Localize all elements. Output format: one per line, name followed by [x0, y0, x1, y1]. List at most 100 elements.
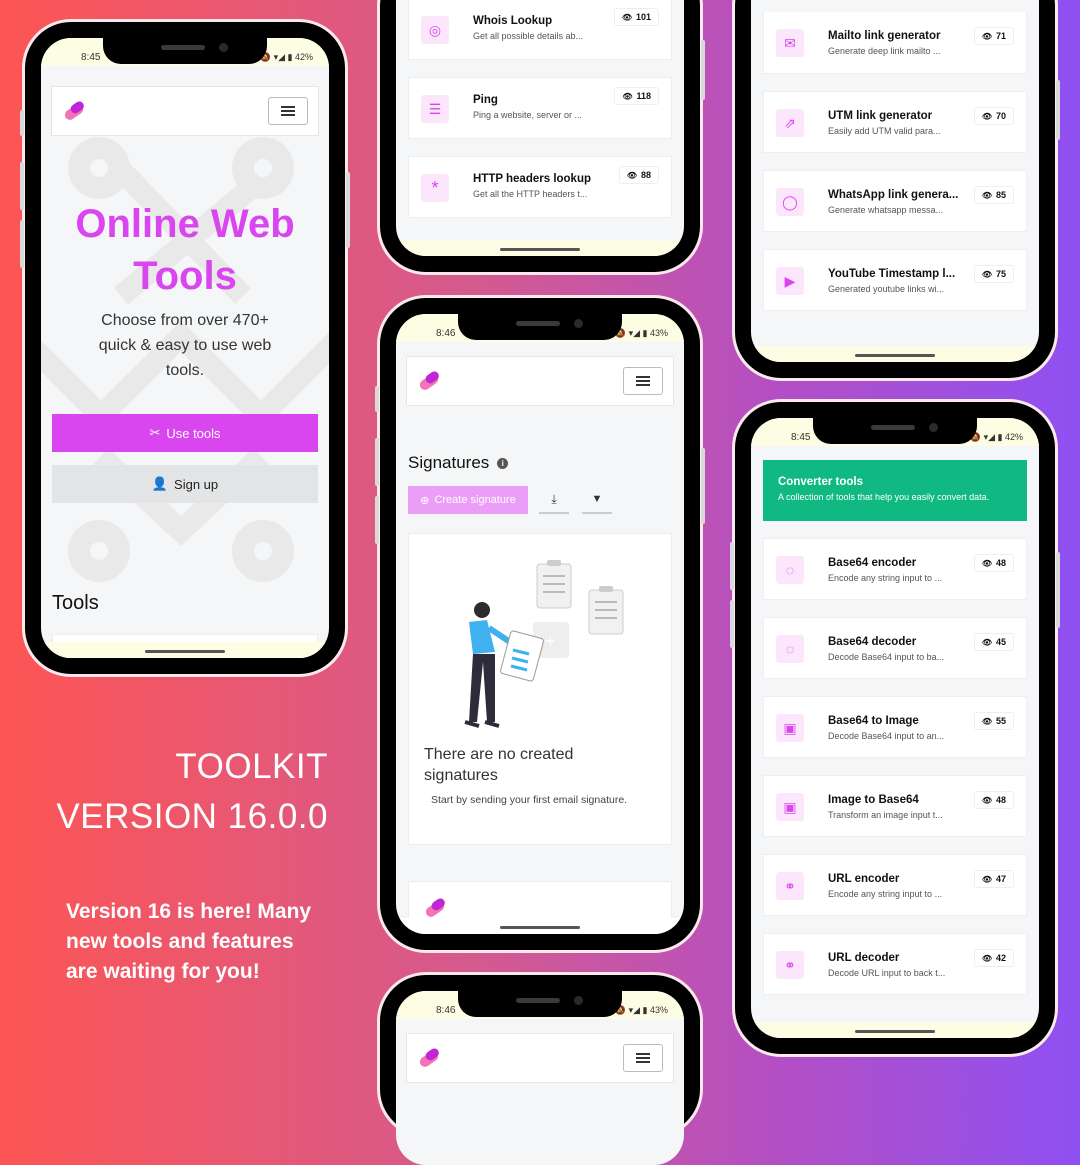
- download-button[interactable]: ⤓: [539, 486, 569, 514]
- tool-card-whatsapp[interactable]: ◯ WhatsApp link genera... Generate whats…: [763, 170, 1027, 232]
- tool-desc: Encode any string input to ...: [828, 889, 943, 899]
- converter-banner: Converter tools A collection of tools th…: [763, 460, 1027, 521]
- phone-network-tools: ◎ Whois Lookup Get all possible details …: [380, 0, 705, 272]
- top-navbar: [51, 86, 319, 136]
- battery-level: 42%: [294, 52, 313, 62]
- logo-icon[interactable]: [62, 99, 90, 123]
- hamburger-menu-button[interactable]: [268, 97, 308, 125]
- promo-heading: TOOLKIT VERSION 16.0.0: [40, 742, 328, 842]
- tool-title: Image to Base64: [828, 794, 919, 806]
- banner-title: Converter tools: [778, 476, 863, 488]
- image-icon: ▣: [776, 714, 804, 742]
- tool-card-utm[interactable]: ⇗ UTM link generator Easily add UTM vali…: [763, 91, 1027, 153]
- views-badge: 👁 75: [973, 265, 1014, 283]
- tool-card-url-encoder[interactable]: ⚭ URL encoder Encode any string input to…: [763, 854, 1027, 916]
- svg-text:+: +: [545, 631, 556, 651]
- empty-state-illustration: +: [464, 560, 624, 728]
- tool-desc: Get all the HTTP headers t...: [473, 189, 588, 199]
- sign-up-button[interactable]: 👤 Sign up: [52, 465, 318, 503]
- signatures-screen: 8:46 🔕 ▾◢ ▮ 43% Signatures i ⊕ Create sig…: [396, 314, 684, 934]
- views-badge: 👁 88: [618, 166, 659, 184]
- views-badge: 👁 48: [973, 791, 1014, 809]
- promo-body: Version 16 is here! Many new tools and f…: [66, 900, 312, 983]
- tool-card-mailto[interactable]: ✉ Mailto link generator Generate deep li…: [763, 12, 1027, 74]
- eye-icon: 👁: [981, 190, 992, 200]
- hero-section: Online Web Tools Choose from over 470+ q…: [41, 136, 329, 658]
- status-icons: 🔕 ▾◢ ▮ 42%: [969, 432, 1023, 442]
- hamburger-menu-button[interactable]: [623, 367, 663, 395]
- tool-card-base64-encoder[interactable]: ◌ Base64 encoder Encode any string input…: [763, 538, 1027, 600]
- tool-title: Base64 decoder: [828, 636, 917, 648]
- eye-icon: 👁: [981, 558, 992, 568]
- views-badge: 👁 70: [973, 107, 1014, 125]
- eye-icon: 👁: [981, 637, 992, 647]
- logo-icon[interactable]: [417, 1046, 445, 1070]
- tool-desc: Transform an image input t...: [828, 810, 943, 820]
- logo-icon: [425, 898, 445, 917]
- link-icon: ⚭: [776, 872, 804, 900]
- use-tools-label: Use tools: [166, 425, 221, 441]
- views-badge: 👁 118: [614, 87, 659, 105]
- phone-bottom: 8:46 🔕 ▾◢ ▮ 43%: [380, 975, 700, 1165]
- create-signature-button[interactable]: ⊕ Create signature: [408, 486, 528, 514]
- tool-card-base64-decoder[interactable]: ◌ Base64 decoder Decode Base64 input to …: [763, 617, 1027, 679]
- top-navbar: [406, 356, 674, 406]
- eye-icon: 👁: [981, 795, 992, 805]
- tool-title: Whois Lookup: [473, 15, 553, 27]
- hero-title: Online Web Tools: [75, 202, 295, 298]
- eye-icon: 👁: [621, 12, 632, 22]
- tool-desc: Easily add UTM valid para...: [828, 126, 941, 136]
- bottom-screen: 8:46 🔕 ▾◢ ▮ 43%: [396, 991, 684, 1165]
- tool-card-http-headers[interactable]: * HTTP headers lookup Get all the HTTP h…: [408, 156, 672, 218]
- converter-tools-screen: 8:45 🔕 ▾◢ ▮ 42% Converter tools A collec…: [751, 418, 1039, 1038]
- create-signature-label: Create signature: [434, 494, 516, 506]
- views-badge: 👁 42: [973, 949, 1014, 967]
- fingerprint-icon: ◎: [421, 16, 449, 44]
- tool-card-ping[interactable]: ☰ Ping Ping a website, server or ... 👁 11…: [408, 77, 672, 139]
- tool-title: URL decoder: [828, 952, 900, 964]
- logo-icon[interactable]: [417, 369, 445, 393]
- hamburger-menu-button[interactable]: [623, 1044, 663, 1072]
- eye-icon: 👁: [981, 31, 992, 41]
- eye-icon: 👁: [981, 111, 992, 121]
- tool-card-url-decoder[interactable]: ⚭ URL decoder Decode URL input to back t…: [763, 933, 1027, 995]
- tools-icon: ✂: [149, 425, 161, 440]
- tool-card-youtube[interactable]: ▶ YouTube Timestamp l... Generated youtu…: [763, 249, 1027, 311]
- whatsapp-icon: ◯: [776, 188, 804, 216]
- views-badge: 👁 48: [973, 554, 1014, 572]
- views-badge: 👁 85: [973, 186, 1014, 204]
- tool-desc: Decode URL input to back t...: [828, 968, 946, 978]
- link-icon: ⚭: [776, 951, 804, 979]
- tool-title: Base64 encoder: [828, 557, 917, 569]
- tool-card-image-to-base64[interactable]: ▣ Image to Base64 Transform an image inp…: [763, 775, 1027, 837]
- server-icon: ☰: [421, 95, 449, 123]
- page-title: Signatures i: [408, 453, 509, 473]
- tool-title: WhatsApp link genera...: [828, 189, 959, 201]
- phone-home: 8:45 🔕 ▾◢ ▮ 42% Online Web Tools Choose …: [20, 22, 350, 674]
- battery-level: 42%: [1004, 432, 1023, 442]
- spinner-icon: ◌: [776, 556, 804, 584]
- tool-card-whois[interactable]: ◎ Whois Lookup Get all possible details …: [408, 0, 672, 60]
- hero-subtitle: Choose from over 470+ quick & easy to us…: [98, 312, 272, 379]
- tool-title: URL encoder: [828, 873, 900, 885]
- tool-desc: Decode Base64 input to an...: [828, 731, 945, 741]
- phone-converter-tools: 8:45 🔕 ▾◢ ▮ 42% Converter tools A collec…: [730, 402, 1060, 1054]
- spinner-icon: ◌: [776, 635, 804, 663]
- use-tools-button[interactable]: ✂ Use tools: [52, 414, 318, 452]
- tool-desc: Get all possible details ab...: [473, 31, 584, 41]
- status-time: 8:46: [436, 1005, 456, 1016]
- download-icon: ⤓: [551, 491, 557, 506]
- home-screen: 8:45 🔕 ▾◢ ▮ 42% Online Web Tools Choose …: [41, 38, 329, 658]
- views-badge: 👁 101: [613, 8, 659, 26]
- filter-button[interactable]: ▼: [582, 486, 612, 514]
- info-icon[interactable]: i: [497, 457, 509, 469]
- status-icons: 🔕 ▾◢ ▮ 43%: [614, 1005, 668, 1015]
- image-icon: ▣: [776, 793, 804, 821]
- hamburger-icon: [281, 110, 295, 112]
- tool-desc: Generated youtube links wi...: [828, 284, 945, 294]
- envelope-icon: ✉: [776, 29, 804, 57]
- promo-line-version: VERSION 16.0.0: [56, 797, 328, 836]
- tool-card-base64-to-image[interactable]: ▣ Base64 to Image Decode Base64 input to…: [763, 696, 1027, 758]
- tool-desc: Generate whatsapp messa...: [828, 205, 944, 215]
- status-icons: 🔕 ▾◢ ▮ 43%: [614, 328, 668, 338]
